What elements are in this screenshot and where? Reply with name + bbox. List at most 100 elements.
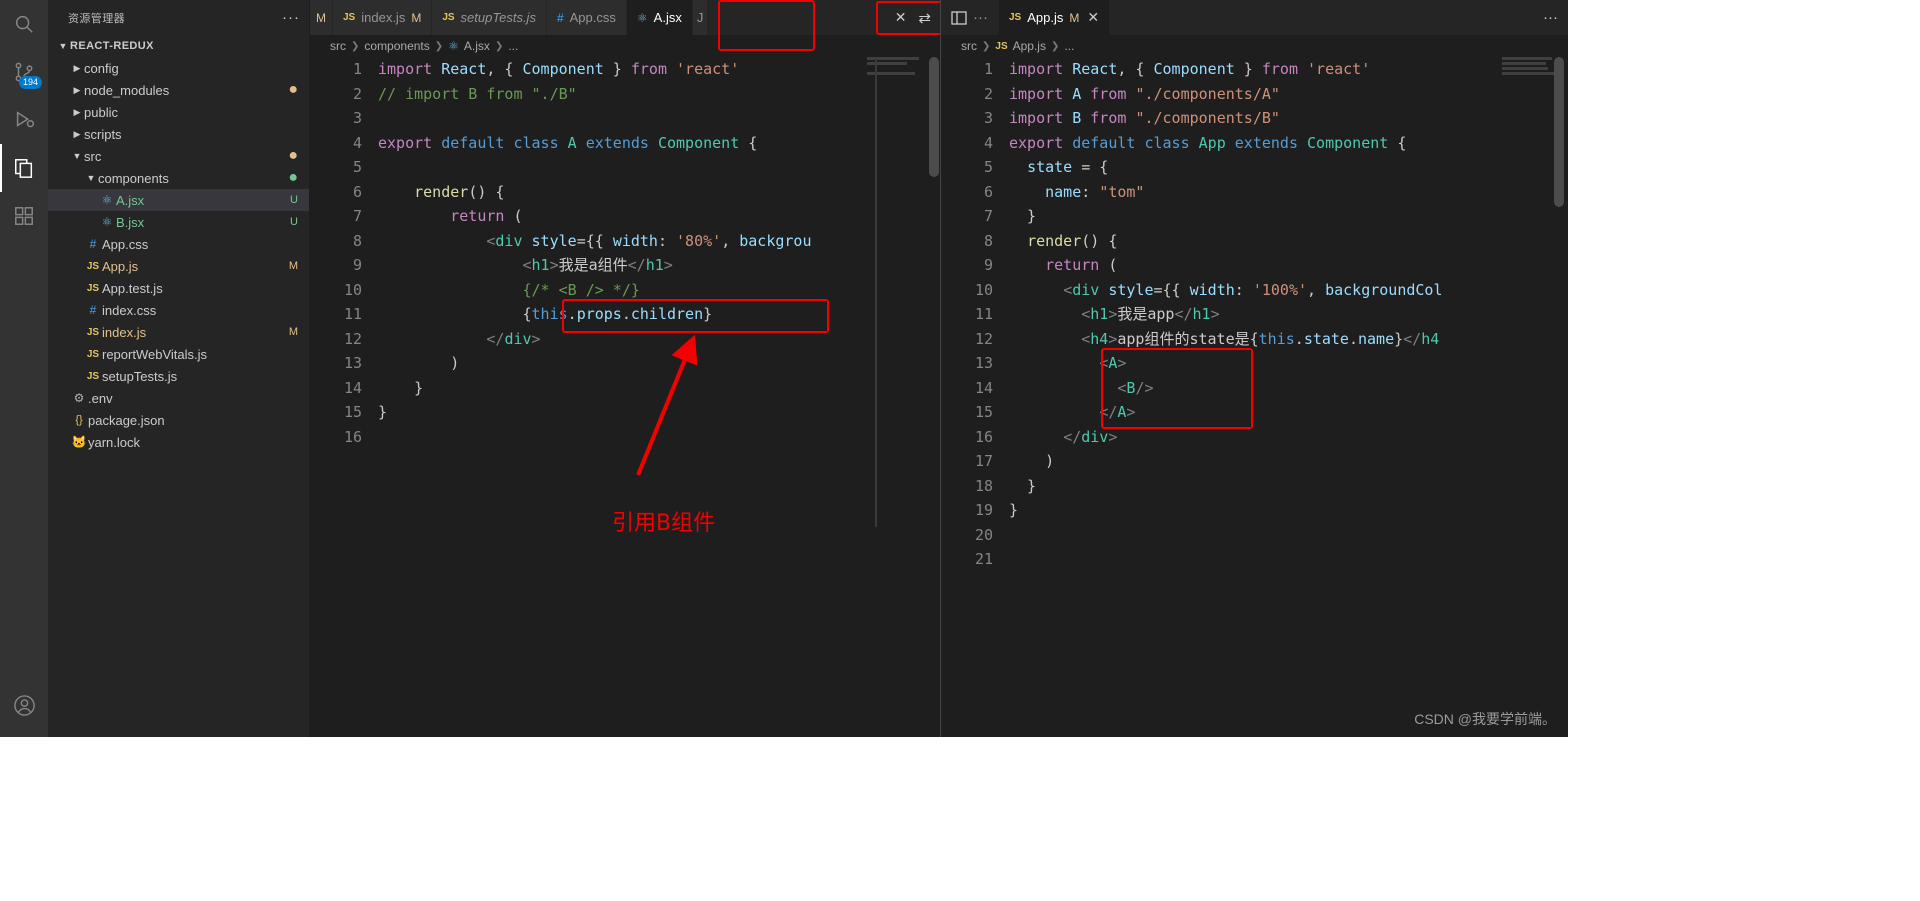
tree-item-app-test-js[interactable]: JS App.test.js	[48, 277, 310, 299]
tree-item-src[interactable]: ▼ src ●	[48, 145, 310, 167]
chevron-right-icon: ❯	[434, 40, 444, 52]
tab-actions-left: ✕ ⇄	[885, 0, 941, 35]
code-line: 14 <B/>	[941, 376, 1568, 401]
tree-item-index-js[interactable]: JS index.js M	[48, 321, 310, 343]
line-number: 13	[974, 354, 993, 372]
code-line: 3 import B from "./components/B"	[941, 106, 1568, 131]
tree-item-index-css[interactable]: # index.css	[48, 299, 310, 321]
activity-bar: 194	[0, 0, 48, 737]
search-icon[interactable]	[0, 0, 48, 48]
run-debug-icon[interactable]	[0, 96, 48, 144]
scrollbar-right[interactable]	[1552, 57, 1566, 737]
line-number: 12	[974, 329, 993, 348]
tree-item-label: reportWebVitals.js	[102, 346, 208, 362]
sidebar-more-actions[interactable]: ···	[282, 9, 300, 26]
left-editor-right-border	[875, 57, 877, 527]
code-editor-right[interactable]: 1 import React, { Component } from 'react…	[941, 57, 1568, 737]
scrollbar-left[interactable]	[927, 57, 941, 737]
tree-item-package-json[interactable]: {} package.json	[48, 409, 310, 431]
tree-item-yarn-lock[interactable]: 🐱 yarn.lock	[48, 431, 310, 453]
code-line-text: import B from "./components/B"	[1009, 109, 1280, 127]
more-actions-icon[interactable]: ···	[973, 9, 988, 26]
code-line-text: // import B from "./B"	[378, 84, 577, 103]
close-icon[interactable]: ✕	[895, 9, 907, 26]
file-tree: ▼ REACT-REDUX ▶ config ▶ node_modules ● …	[48, 35, 310, 453]
chevron-right-icon: ▶	[73, 128, 81, 139]
code-editor-left[interactable]: 1 import React, { Component } from 'react…	[310, 57, 941, 737]
code-line: 12 <h4>app组件的state是{this.state.name}</h4	[941, 327, 1568, 352]
line-number: 10	[974, 280, 993, 299]
json-file-icon: {}	[75, 414, 83, 426]
code-line-text: }	[378, 378, 424, 397]
line-number: 9	[352, 256, 362, 274]
breadcrumb-item[interactable]: components	[364, 39, 429, 53]
code-line-text: }	[1009, 476, 1037, 495]
code-line-text: <h1>我是app</h1>	[1081, 305, 1220, 323]
tree-root-react-redux[interactable]: ▼ REACT-REDUX	[48, 35, 310, 57]
tree-item-app-js[interactable]: JS App.js M	[48, 255, 310, 277]
tab-label: App.js	[1027, 10, 1064, 25]
code-line: 16	[310, 425, 941, 450]
tree-item-label: index.css	[102, 302, 157, 318]
line-number: 7	[983, 207, 993, 225]
source-control-icon[interactable]: 194	[0, 48, 48, 96]
chevron-right-icon: ❯	[1050, 40, 1060, 52]
code-line-text: import React, { Component } from 'react'	[378, 60, 740, 78]
more-actions-icon[interactable]: ···	[1543, 9, 1558, 26]
code-line-text: <B/>	[1117, 378, 1154, 397]
untracked-dot: ●	[288, 169, 298, 186]
code-line-text: <h4>app组件的state是{this.state.name}</h4	[1081, 329, 1440, 348]
extensions-icon[interactable]	[0, 192, 48, 240]
tree-item-setup-tests-js[interactable]: JS setupTests.js	[48, 365, 310, 387]
split-editor-icon[interactable]: ⇄	[918, 9, 931, 27]
breadcrumb-item[interactable]: App.js	[1013, 39, 1046, 53]
code-line: 7 return (	[310, 204, 941, 229]
chevron-right-icon: ▶	[73, 106, 81, 117]
git-status-badge: M	[288, 260, 298, 272]
tree-item-a-jsx[interactable]: ⚛ A.jsx U	[48, 189, 310, 211]
close-icon[interactable]: ✕	[1087, 9, 1099, 26]
code-line: 2 // import B from "./B"	[310, 82, 941, 107]
code-line-text: <div style={{ width: '80%', backgrou	[486, 231, 812, 250]
tab-app-js[interactable]: JS App.js M ✕	[999, 0, 1111, 35]
tree-item-components[interactable]: ▼ components ●	[48, 167, 310, 189]
tab-setup-tests-js[interactable]: JS setupTests.js	[432, 0, 547, 35]
tree-item-env[interactable]: ⚙ .env	[48, 387, 310, 409]
editor-layout-button[interactable]: ···	[941, 0, 999, 35]
css-file-icon: #	[89, 303, 97, 317]
tab-app-css[interactable]: # App.css	[546, 0, 627, 35]
tree-item-label: public	[84, 104, 118, 120]
code-line: 15}	[310, 400, 941, 425]
tab-label: index.js	[361, 10, 406, 25]
tree-item-report-web-vitals-js[interactable]: JS reportWebVitals.js	[48, 343, 310, 365]
chevron-right-icon: ❯	[494, 40, 504, 52]
tree-item-app-css[interactable]: # App.css	[48, 233, 310, 255]
breadcrumb-item[interactable]: src	[961, 39, 977, 53]
line-number: 11	[974, 305, 993, 323]
chevron-right-icon: ▶	[73, 62, 81, 73]
code-line: 4 export default class App extends Compon…	[941, 131, 1568, 156]
react-file-icon: ⚛	[101, 215, 113, 229]
line-number: 16	[343, 427, 362, 446]
explorer-icon[interactable]	[0, 144, 48, 192]
tab-partial-right[interactable]: J	[692, 0, 709, 35]
tab-a-jsx[interactable]: ⚛ A.jsx	[626, 0, 693, 35]
tree-item-node-modules[interactable]: ▶ node_modules ●	[48, 79, 310, 101]
tree-item-label: App.test.js	[102, 280, 163, 296]
breadcrumb-item[interactable]: ...	[508, 39, 518, 53]
tree-item-config[interactable]: ▶ config	[48, 57, 310, 79]
tree-item-scripts[interactable]: ▶ scripts	[48, 123, 310, 145]
tab-index-js[interactable]: JS index.js M	[333, 0, 433, 35]
breadcrumb-item[interactable]: src	[330, 39, 346, 53]
line-number: 1	[352, 60, 362, 78]
tree-item-public[interactable]: ▶ public	[48, 101, 310, 123]
tab-partial-left[interactable]: M	[310, 0, 333, 35]
tree-item-b-jsx[interactable]: ⚛ B.jsx U	[48, 211, 310, 233]
code-line: 11 <h1>我是app</h1>	[941, 302, 1568, 327]
code-line: 9 <h1>我是a组件</h1>	[310, 253, 941, 278]
breadcrumb-item[interactable]: A.jsx	[464, 39, 490, 53]
code-line: 10 <div style={{ width: '100%', backgrou…	[941, 278, 1568, 303]
account-icon[interactable]	[0, 681, 48, 729]
code-line: 9 return (	[941, 253, 1568, 278]
breadcrumb-item[interactable]: ...	[1064, 39, 1074, 53]
